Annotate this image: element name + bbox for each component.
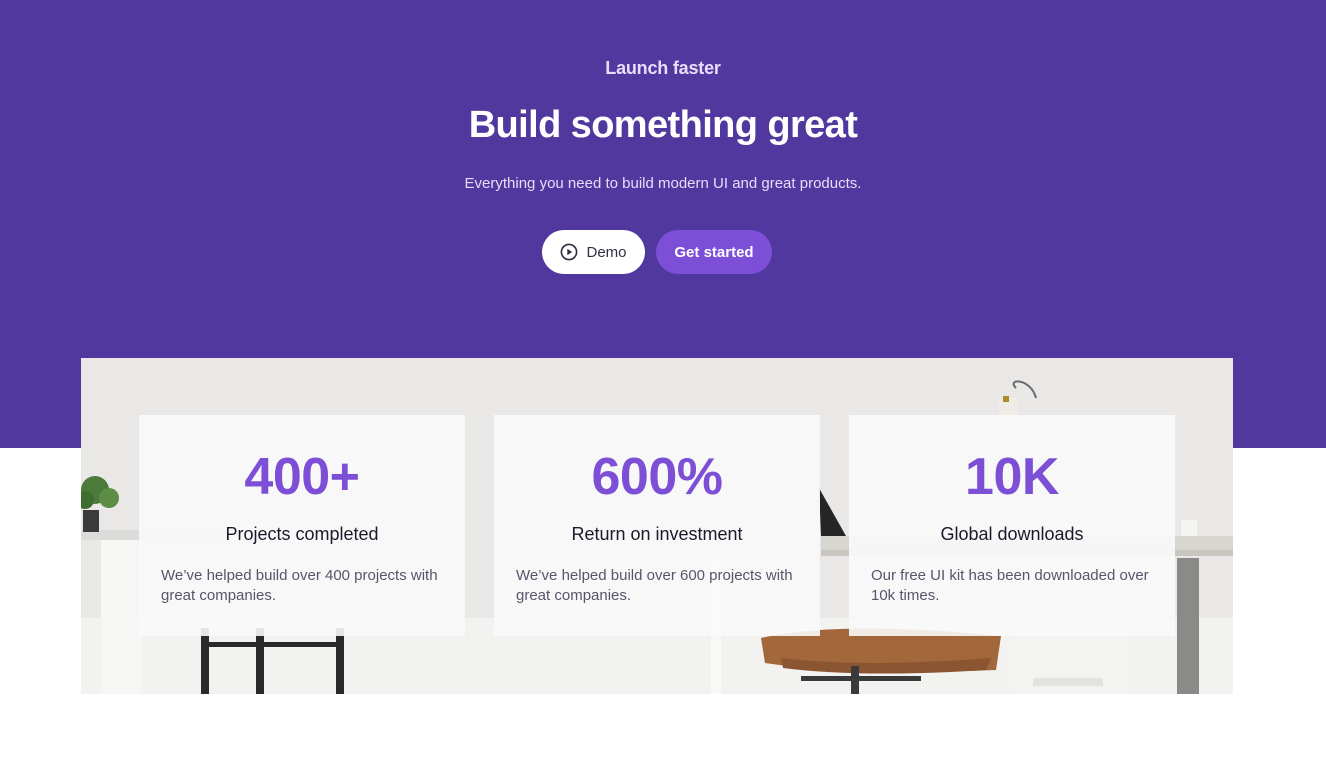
get-started-button-label: Get started	[674, 243, 754, 261]
play-circle-icon	[560, 243, 578, 261]
page: Launch faster Build something great Ever…	[0, 0, 1326, 761]
stat-value: 400+	[244, 448, 360, 506]
demo-button[interactable]: Demo	[542, 230, 645, 274]
stat-value: 600%	[591, 448, 724, 506]
stat-card-downloads: 10K Global downloads Our free UI kit has…	[849, 415, 1175, 636]
get-started-button[interactable]: Get started	[656, 230, 772, 274]
stat-title: Projects completed	[225, 524, 379, 544]
stat-description: We’ve helped build over 400 projects wit…	[161, 567, 438, 604]
hero-headline: Build something great	[468, 104, 858, 146]
stat-title: Return on investment	[571, 524, 743, 544]
hero-subtitle: Everything you need to build modern UI a…	[464, 175, 862, 192]
stat-title: Global downloads	[940, 524, 1084, 544]
hero-eyebrow: Launch faster	[605, 58, 721, 78]
stat-value: 10K	[965, 448, 1059, 506]
stat-card-roi: 600% Return on investment We’ve helped b…	[494, 415, 820, 636]
stat-card-projects: 400+ Projects completed We’ve helped bui…	[139, 415, 465, 636]
stat-description: Our free UI kit has been downloaded over…	[871, 567, 1149, 604]
demo-button-label: Demo	[586, 243, 627, 261]
stat-description: We’ve helped build over 600 projects wit…	[516, 567, 793, 604]
